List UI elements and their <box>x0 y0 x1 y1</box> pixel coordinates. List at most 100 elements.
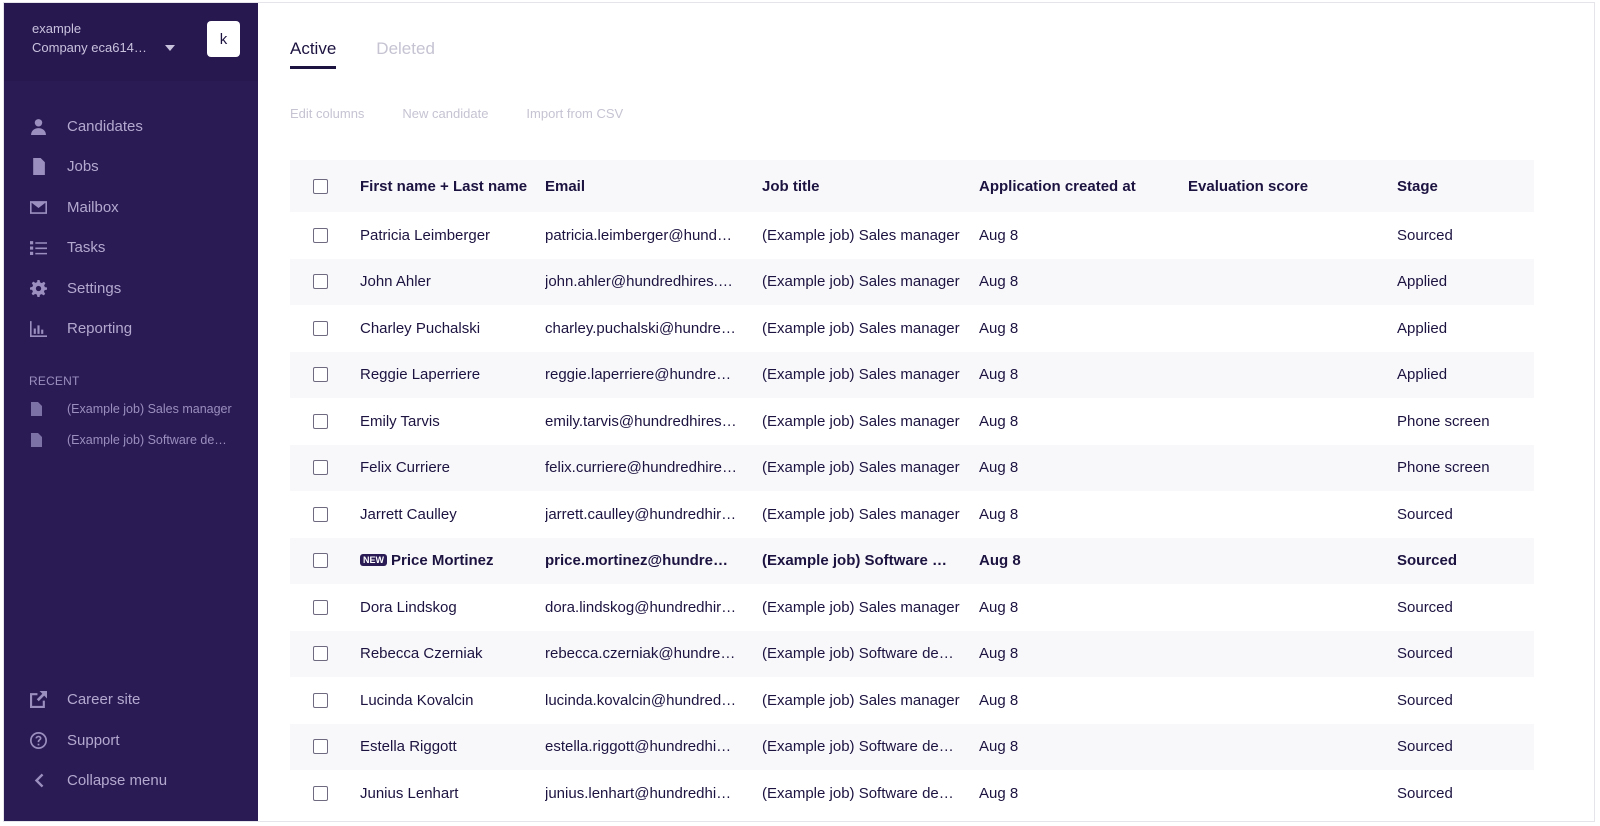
org-switcher[interactable]: example Company eca614… k <box>4 3 258 81</box>
candidate-job-title: (Example job) Sales manager <box>762 459 960 477</box>
candidate-name: Patricia Leimberger <box>360 226 491 244</box>
table-row[interactable]: Jarrett Caulley jarrett.caulley@hundredhi… <box>290 491 1534 538</box>
new-badge: NEW <box>360 554 387 567</box>
candidate-email: john.ahler@hundredhires.… <box>545 273 733 291</box>
nav-label: Candidates <box>67 117 143 135</box>
table-row[interactable]: NEW Price Mortinez price.mortinez@hundre… (… <box>290 537 1534 584</box>
table-row[interactable]: Rebecca Czerniak rebecca.czerniak@hundre…… <box>290 630 1534 677</box>
edit-columns-button[interactable]: Edit columns <box>290 106 364 121</box>
table-row[interactable]: Charley Puchalski charley.puchalski@hundr… <box>290 305 1534 352</box>
table-row[interactable]: Junius Lenhart junius.lenhart@hundredhi… (… <box>290 770 1534 817</box>
candidate-stage: Sourced <box>1397 226 1453 244</box>
row-select-cell <box>290 413 360 429</box>
nav-item-reporting[interactable]: Reporting <box>4 309 258 350</box>
table-row[interactable]: Felix Curriere felix.curriere@hundredhire… <box>290 444 1534 491</box>
row-checkbox[interactable] <box>313 739 328 755</box>
application-date: Aug 8 <box>979 319 1019 337</box>
table-row[interactable]: John Ahler john.ahler@hundredhires.… (Exam… <box>290 258 1534 305</box>
bottom-nav: Career site Support Collapse menu <box>4 680 258 802</box>
column-header-date[interactable]: Application created at <box>979 178 1188 195</box>
table-row[interactable]: Dora Lindskog dora.lindskog@hundredhir… (E… <box>290 584 1534 631</box>
candidate-name-text: Price Mortinez <box>391 552 494 570</box>
row-checkbox[interactable] <box>313 274 328 290</box>
nav-item-settings[interactable]: Settings <box>4 268 258 309</box>
row-checkbox[interactable] <box>313 413 328 429</box>
candidate-name: Emily Tarvis <box>360 412 440 430</box>
candidate-stage: Applied <box>1397 366 1448 384</box>
row-select-cell <box>290 692 360 708</box>
column-header-score[interactable]: Evaluation score <box>1188 178 1397 195</box>
application-date: Aug 8 <box>979 412 1019 430</box>
collapse-menu-button[interactable]: Collapse menu <box>4 761 258 802</box>
row-checkbox[interactable] <box>313 506 328 522</box>
row-select-cell <box>290 646 360 662</box>
row-select-cell <box>290 367 360 383</box>
nav-item-candidates[interactable]: Candidates <box>4 106 258 147</box>
application-date: Aug 8 <box>979 738 1019 756</box>
nav-label: Career site <box>67 691 141 709</box>
candidate-job-title: (Example job) Sales manager <box>762 366 960 384</box>
row-select-cell <box>290 739 360 755</box>
nav-item-jobs[interactable]: Jobs <box>4 147 258 188</box>
select-all-checkbox[interactable] <box>313 178 328 194</box>
application-date: Aug 8 <box>979 691 1019 709</box>
candidate-email: charley.puchalski@hundre… <box>545 319 736 337</box>
new-candidate-button[interactable]: New candidate <box>402 106 488 121</box>
row-checkbox[interactable] <box>313 367 328 383</box>
nav-label: Mailbox <box>67 198 119 216</box>
application-date: Aug 8 <box>979 598 1019 616</box>
nav-item-career-site[interactable]: Career site <box>4 680 258 721</box>
candidate-job-title: (Example job) Sales manager <box>762 691 960 709</box>
main-nav: Candidates Jobs Mailbox Tasks Settings R… <box>4 106 258 349</box>
row-checkbox[interactable] <box>313 692 328 708</box>
column-header-stage[interactable]: Stage <box>1397 178 1534 195</box>
row-select-cell <box>290 785 360 801</box>
row-checkbox[interactable] <box>313 460 328 476</box>
document-icon <box>31 432 43 447</box>
tab-deleted[interactable]: Deleted <box>376 39 435 69</box>
candidate-job-title: (Example job) Sales manager <box>762 598 960 616</box>
row-checkbox[interactable] <box>313 553 328 569</box>
row-select-cell <box>290 274 360 290</box>
column-header-email[interactable]: Email <box>545 178 762 195</box>
row-checkbox[interactable] <box>313 227 328 243</box>
company-selector[interactable]: Company eca614… <box>32 38 175 57</box>
table-row[interactable]: Lucinda Kovalcin lucinda.kovalcin@hundred… <box>290 677 1534 724</box>
row-checkbox[interactable] <box>313 785 328 801</box>
candidate-stage: Sourced <box>1397 784 1453 802</box>
candidate-job-title: (Example job) Sales manager <box>762 226 960 244</box>
avatar[interactable]: k <box>207 21 240 57</box>
table-row[interactable]: Patricia Leimberger patricia.leimberger@h… <box>290 212 1534 259</box>
nav-item-mailbox[interactable]: Mailbox <box>4 187 258 228</box>
table-row[interactable]: Emily Tarvis emily.tarvis@hundredhires… (E… <box>290 398 1534 445</box>
main-content: Active Deleted Edit columns New candidat… <box>258 3 1594 821</box>
nav-label: Support <box>67 731 120 749</box>
document-icon <box>29 158 47 176</box>
nav-label: Settings <box>67 279 122 297</box>
row-checkbox[interactable] <box>313 646 328 662</box>
tab-active[interactable]: Active <box>290 39 337 69</box>
candidate-name: Dora Lindskog <box>360 598 457 616</box>
column-header-name[interactable]: First name + Last name <box>360 178 545 195</box>
column-header-job[interactable]: Job title <box>762 178 979 195</box>
row-checkbox[interactable] <box>313 320 328 336</box>
candidate-job-title: (Example job) Sales manager <box>762 412 960 430</box>
import-csv-button[interactable]: Import from CSV <box>526 106 623 121</box>
row-checkbox[interactable] <box>313 599 328 615</box>
recent-item[interactable]: (Example job) Software de… <box>4 424 258 455</box>
candidate-stage: Sourced <box>1397 645 1453 663</box>
application-date: Aug 8 <box>979 645 1019 663</box>
application-date: Aug 8 <box>979 459 1019 477</box>
external-link-icon <box>29 691 47 709</box>
candidate-email: emily.tarvis@hundredhires… <box>545 412 737 430</box>
candidate-name: Rebecca Czerniak <box>360 645 483 663</box>
nav-item-tasks[interactable]: Tasks <box>4 228 258 269</box>
candidate-stage: Phone screen <box>1397 412 1490 430</box>
checklist-icon <box>29 239 47 257</box>
table-row[interactable]: Reggie Laperriere reggie.laperriere@hundr… <box>290 351 1534 398</box>
table-row[interactable]: Estella Riggott estella.riggott@hundredhi… <box>290 723 1534 770</box>
candidate-job-title: (Example job) Software de… <box>762 784 954 802</box>
recent-item[interactable]: (Example job) Sales manager <box>4 393 258 424</box>
nav-item-support[interactable]: Support <box>4 720 258 761</box>
candidate-email: junius.lenhart@hundredhi… <box>545 784 732 802</box>
